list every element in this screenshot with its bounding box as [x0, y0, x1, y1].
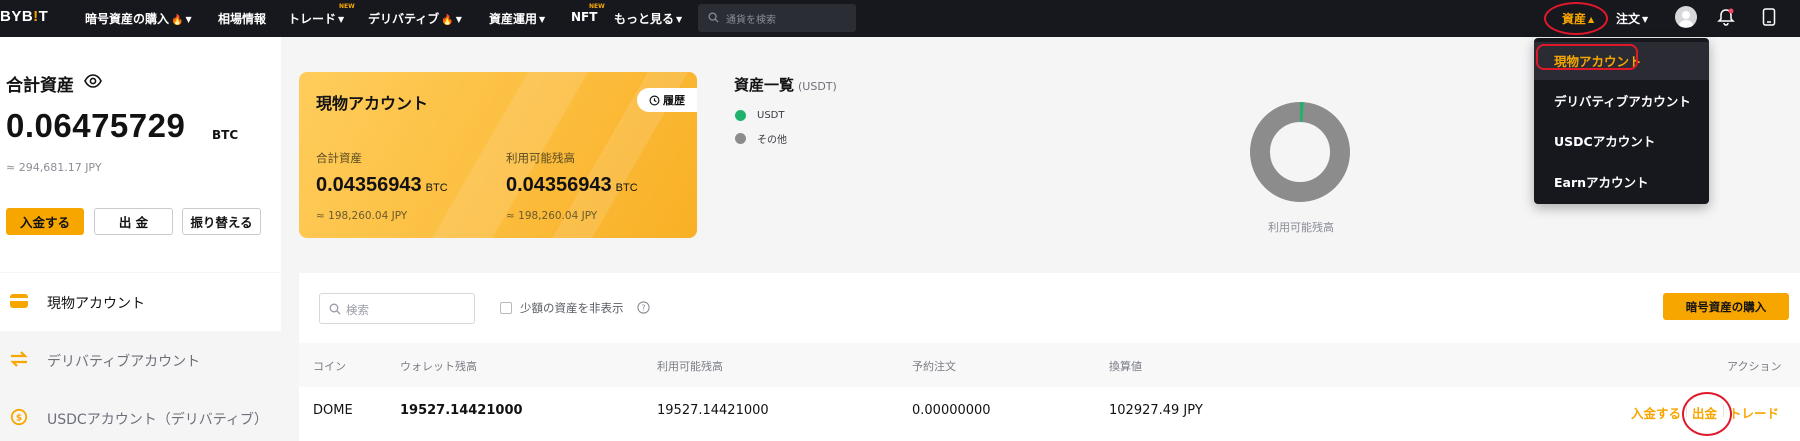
annotation-circle-withdraw [1682, 392, 1732, 436]
mobile-icon[interactable] [1762, 8, 1776, 26]
col-coin: コイン [313, 360, 346, 373]
top-nav: BYB!T 暗号資産の購入 🔥 ▼ 相場情報 トレード ▼ NEW デリバティブ 🔥 ▼ … [0, 0, 1800, 37]
transfer-button[interactable]: 振り替える [182, 208, 261, 235]
asset-donut-chart [1250, 102, 1350, 202]
search-icon [708, 12, 719, 23]
asset-table-panel: 検索 少額の資産を非表示 ? 暗号資産の購入 コイン ウォレット残高 利用可能残… [299, 273, 1800, 441]
total-jpy-value: ≈ 294,681.17 JPY [6, 161, 102, 174]
table-search-input[interactable]: 検索 [319, 293, 475, 324]
swap-icon [10, 351, 28, 367]
dropdown-derivatives-account[interactable]: デリバティブアカウント [1554, 91, 1691, 110]
wallet-icon [10, 294, 28, 308]
col-converted: 換算値 [1109, 360, 1142, 373]
new-badge: NEW [339, 3, 355, 10]
total-btc-value: 0.06475729 [6, 107, 186, 144]
fire-icon: 🔥 [171, 15, 184, 26]
withdraw-button[interactable]: 出 金 [94, 208, 173, 235]
bybit-logo[interactable]: BYB!T [0, 8, 48, 25]
col-wallet: ウォレット残高 [400, 360, 477, 373]
spot-available-jpy: ≈ 198,260.04 JPY [506, 210, 598, 222]
annotation-box-spot [1536, 44, 1638, 70]
donut-label: 利用可能残高 [1268, 221, 1334, 234]
legend-dot [735, 110, 746, 121]
spot-account-card: 現物アカウント 履歴 合計資産 0.04356943 BTC ≈ 198,260.… [299, 72, 697, 238]
hide-small-label: 少額の資産を非表示 [520, 301, 624, 315]
nav-search-input[interactable]: 通貨を検索 [698, 4, 856, 32]
caret-down-icon: ▼ [338, 15, 345, 24]
caret-down-icon: ▼ [676, 15, 683, 24]
spot-total-value: 0.04356943 BTC [316, 174, 448, 196]
legend-other: その他 [735, 131, 787, 146]
clock-icon [649, 95, 660, 105]
row-deposit-link[interactable]: 入金する [1631, 403, 1681, 422]
total-btc-unit: BTC [212, 128, 239, 142]
svg-text:$: $ [16, 414, 22, 424]
fire-icon: 🔥 [441, 15, 454, 26]
row-reserved: 0.00000000 [912, 403, 991, 418]
col-available: 利用可能残高 [657, 360, 723, 373]
spot-total-jpy: ≈ 198,260.04 JPY [316, 210, 408, 222]
bell-icon[interactable] [1717, 8, 1735, 26]
donut-slice-other [1250, 102, 1350, 202]
col-reserved: 予約注文 [912, 360, 956, 373]
account-sidebar: 現物アカウント デリバティブアカウント $ USDCアカウント（デリバティブ） [0, 273, 281, 441]
nav-more[interactable]: もっと見る ▼ [614, 10, 682, 27]
svg-text:?: ? [641, 304, 645, 313]
caret-down-icon: ▼ [1642, 15, 1649, 24]
spot-available-label: 利用可能残高 [506, 151, 575, 165]
total-assets-title: 合計資産 [6, 76, 74, 96]
sidebar-item-spot[interactable]: 現物アカウント [0, 273, 281, 331]
row-wallet: 19527.14421000 [400, 403, 523, 418]
nav-markets[interactable]: 相場情報 [218, 10, 266, 27]
row-trade-link[interactable]: トレード [1729, 403, 1779, 422]
dropdown-usdc-account[interactable]: USDCアカウント [1554, 131, 1655, 150]
sidebar-item-usdc[interactable]: $ USDCアカウント（デリバティブ） [0, 389, 281, 441]
deposit-button[interactable]: 入金する [6, 208, 84, 235]
hide-small-checkbox[interactable] [500, 302, 512, 314]
caret-down-icon: ▼ [185, 15, 192, 24]
buy-crypto-button[interactable]: 暗号資産の購入 [1663, 293, 1789, 320]
row-coin: DOME [313, 403, 353, 418]
avatar[interactable] [1675, 6, 1697, 28]
new-badge: NEW [589, 3, 605, 10]
nav-buy-crypto[interactable]: 暗号資産の購入 🔥 ▼ [85, 10, 192, 27]
caret-down-icon: ▼ [455, 15, 462, 24]
nav-nft[interactable]: NFT [571, 10, 597, 24]
legend-dot [735, 133, 746, 144]
caret-down-icon: ▼ [539, 15, 546, 24]
col-action: アクション [1727, 360, 1782, 373]
usdc-coin-icon: $ [10, 408, 28, 426]
total-assets-panel: 合計資産 0.06475729 BTC ≈ 294,681.17 JPY 入金す… [0, 37, 281, 272]
search-icon [329, 303, 341, 315]
spot-available-value: 0.04356943 BTC [506, 174, 638, 196]
dropdown-earn-account[interactable]: Earnアカウント [1554, 172, 1649, 191]
row-available: 19527.14421000 [657, 403, 769, 418]
nav-orders[interactable]: 注文 ▼ [1616, 10, 1648, 27]
history-button[interactable]: 履歴 [637, 88, 697, 112]
sidebar-item-derivatives[interactable]: デリバティブアカウント [0, 331, 281, 389]
nav-trade[interactable]: トレード ▼ [288, 10, 344, 27]
legend-usdt: USDT [735, 110, 784, 121]
nav-earn[interactable]: 資産運用 ▼ [489, 10, 545, 27]
annotation-circle-assets [1544, 2, 1608, 35]
table-header: コイン ウォレット残高 利用可能残高 予約注文 換算値 アクション [299, 343, 1800, 387]
asset-overview-title: 資産一覧 (USDT) [734, 76, 837, 94]
row-converted: 102927.49 JPY [1109, 403, 1203, 418]
user-icon [1678, 11, 1694, 27]
help-icon[interactable]: ? [637, 301, 650, 314]
eye-icon[interactable] [84, 74, 102, 88]
spot-total-label: 合計資産 [316, 151, 362, 165]
spot-card-title: 現物アカウント [316, 94, 429, 113]
nav-derivatives[interactable]: デリバティブ 🔥 ▼ [368, 10, 462, 27]
